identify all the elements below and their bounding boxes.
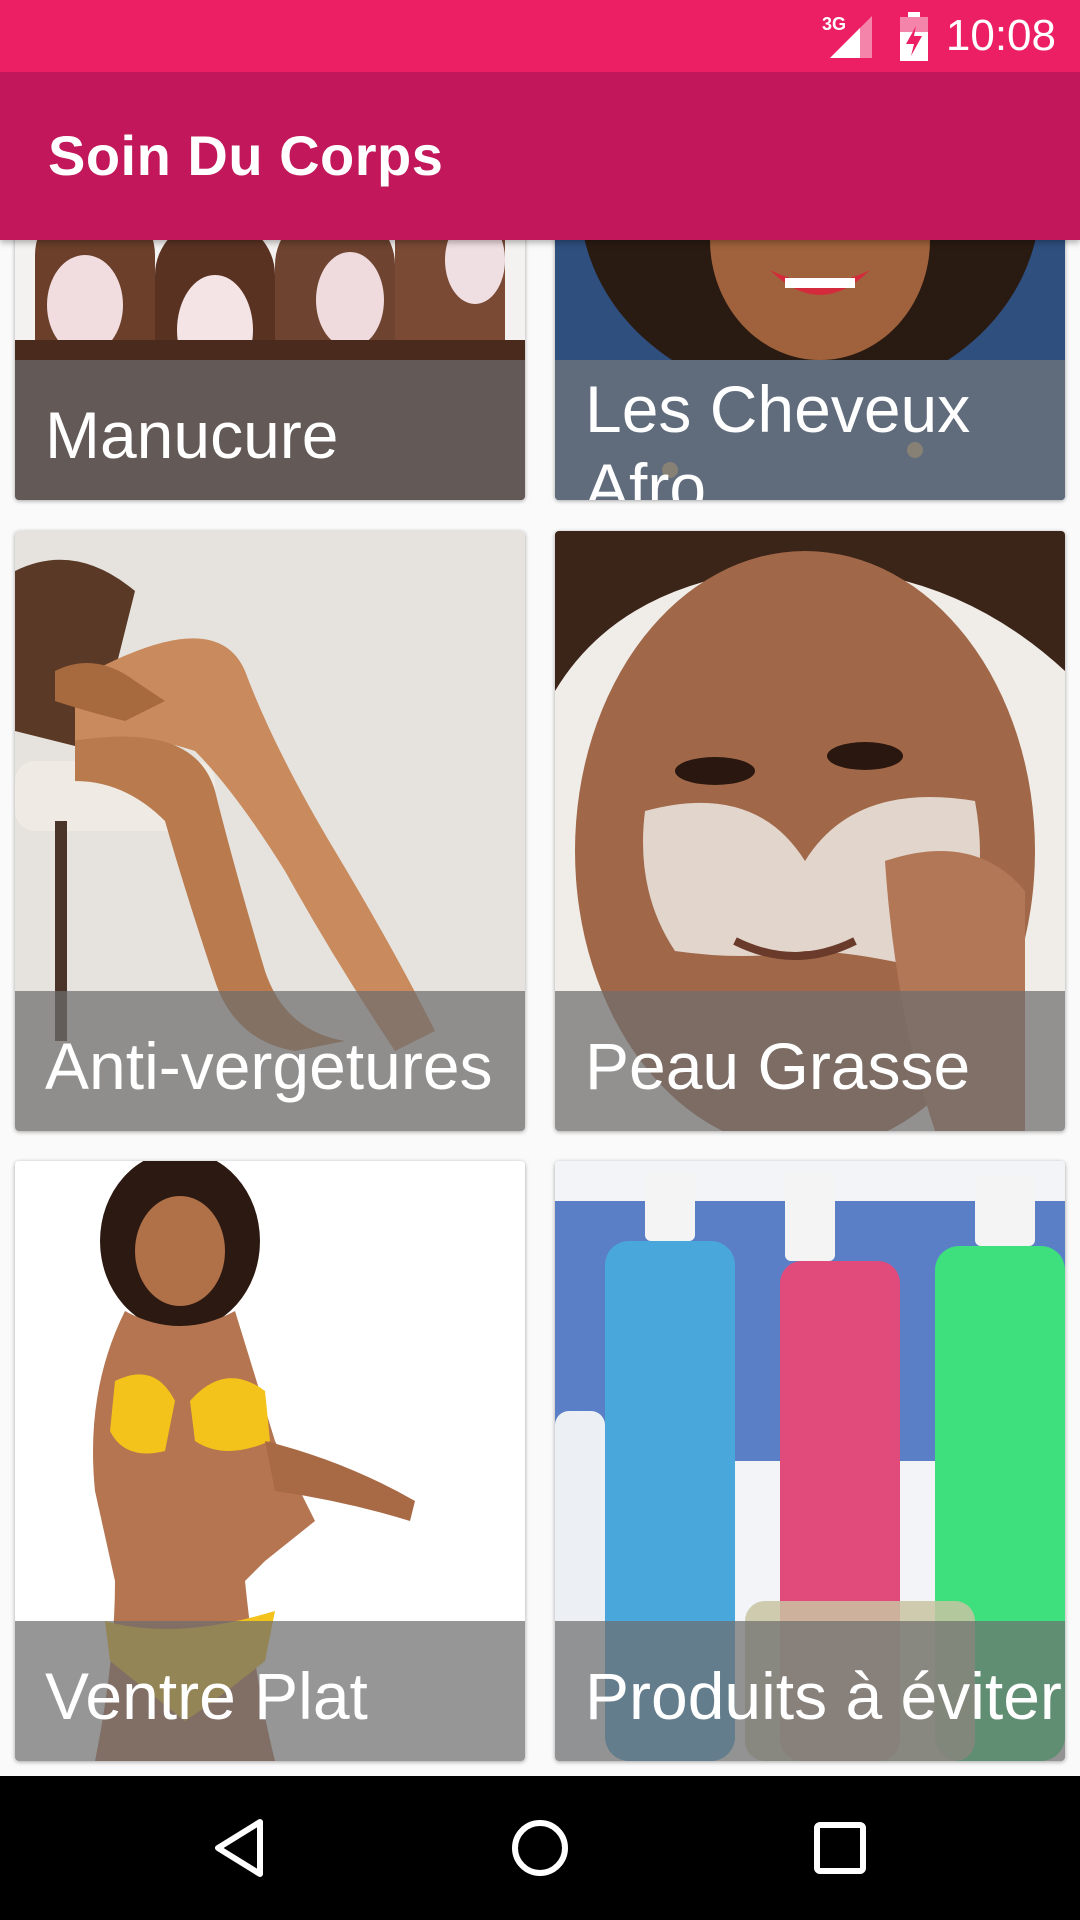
card-anti-vergetures[interactable]: Anti-vergetures — [15, 531, 525, 1131]
app-bar: Soin Du Corps — [0, 72, 1080, 240]
card-label: Anti-vergetures — [45, 1029, 493, 1103]
status-time: 10:08 — [945, 11, 1056, 60]
card-caption: Les Cheveux Afro — [555, 360, 1065, 500]
card-ventre-plat[interactable]: Ventre Plat — [15, 1161, 525, 1761]
card-label: Manucure — [45, 398, 339, 472]
navigation-bar — [0, 1776, 1080, 1920]
card-cheveux-afro[interactable]: Les Cheveux Afro — [555, 240, 1065, 500]
category-grid[interactable]: Manucure Les Cheveux Afro Anti-vergeture… — [0, 240, 1080, 1776]
card-label: Les Cheveux Afro — [585, 372, 971, 500]
card-label: Peau Grasse — [585, 1029, 971, 1103]
back-icon[interactable] — [204, 1812, 276, 1884]
card-produits-a-eviter[interactable]: Produits à éviter — [555, 1161, 1065, 1761]
page-title: Soin Du Corps — [48, 124, 444, 187]
card-caption: Anti-vergetures — [15, 991, 525, 1131]
card-label: Produits à éviter — [585, 1659, 1062, 1733]
card-manucure[interactable]: Manucure — [15, 240, 525, 500]
status-bar: 3G 10:08 — [0, 0, 1080, 72]
svg-text:3G: 3G — [822, 14, 846, 34]
home-icon[interactable] — [504, 1812, 576, 1884]
card-label: Ventre Plat — [45, 1659, 368, 1733]
card-caption: Ventre Plat — [15, 1621, 525, 1761]
recents-icon[interactable] — [804, 1812, 876, 1884]
battery-charging-icon — [900, 12, 928, 61]
signal-3g-icon: 3G — [822, 14, 872, 58]
card-caption: Peau Grasse — [555, 991, 1065, 1131]
card-caption: Manucure — [15, 360, 525, 500]
card-peau-grasse[interactable]: Peau Grasse — [555, 531, 1065, 1131]
card-caption: Produits à éviter — [555, 1621, 1065, 1761]
